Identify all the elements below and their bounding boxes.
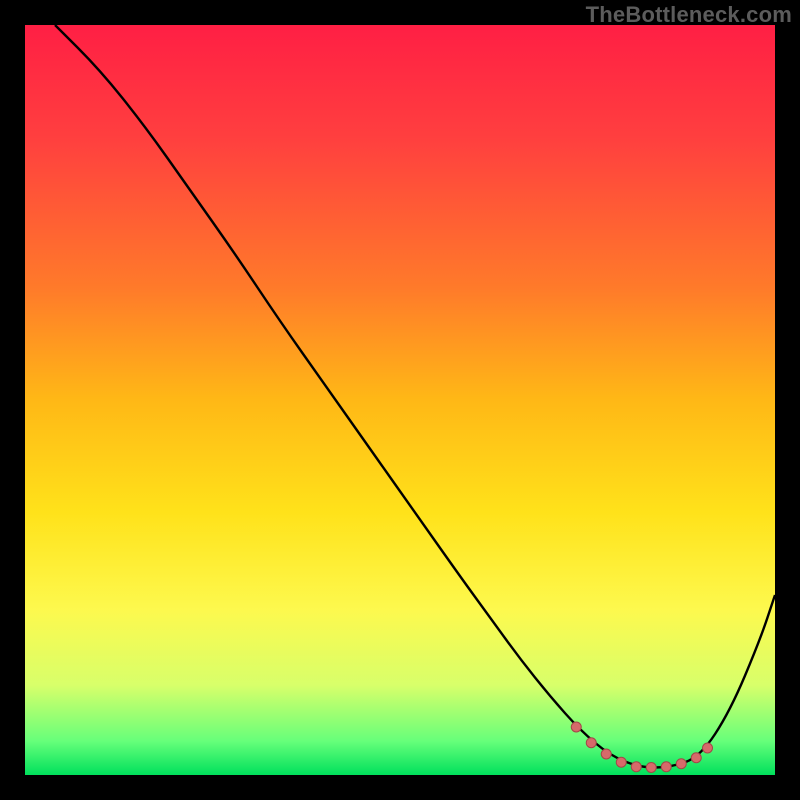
marker-point (631, 762, 641, 772)
watermark-text: TheBottleneck.com (586, 2, 792, 28)
chart-svg (25, 25, 775, 775)
marker-point (676, 759, 686, 769)
marker-point (646, 763, 656, 773)
marker-point (571, 722, 581, 732)
marker-point (703, 743, 713, 753)
chart-frame: TheBottleneck.com (0, 0, 800, 800)
marker-point (661, 762, 671, 772)
marker-point (691, 753, 701, 763)
gradient-heatfield (25, 25, 775, 775)
plot-area (25, 25, 775, 775)
marker-point (586, 738, 596, 748)
marker-point (601, 749, 611, 759)
marker-point (616, 757, 626, 767)
